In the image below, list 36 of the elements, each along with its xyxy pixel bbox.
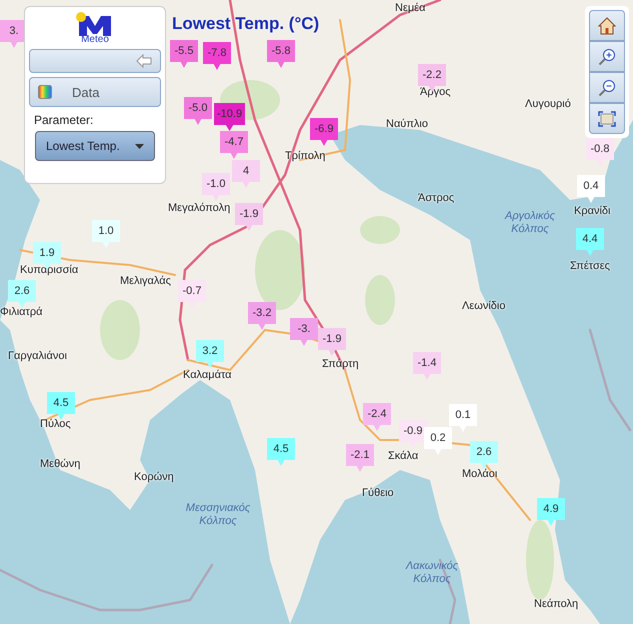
- color-scale-icon: [38, 85, 52, 99]
- sea-label: Λακωνικός Κόλπος: [404, 560, 460, 586]
- zoom-in-button[interactable]: [589, 41, 625, 72]
- place-label: Μελιγαλάς: [120, 275, 171, 287]
- place-label: Μεγαλόπολη: [168, 202, 230, 214]
- place-label: Λυγουριό: [525, 98, 571, 110]
- zoom-out-icon: [598, 78, 616, 96]
- place-label: Σκάλα: [388, 450, 418, 462]
- parameter-dropdown[interactable]: Lowest Temp.: [35, 131, 155, 161]
- place-label: Σπέτσες: [570, 260, 610, 272]
- full-extent-button[interactable]: [589, 103, 625, 134]
- arrow-left-icon: [136, 54, 152, 68]
- place-label: Γύθειο: [362, 487, 394, 499]
- place-label: Κορώνη: [134, 471, 174, 483]
- place-label: Άστρος: [418, 192, 454, 204]
- zoom-in-icon: [598, 48, 616, 66]
- sea-label: Μεσσηνιακός Κόλπος: [184, 502, 252, 528]
- place-label: Λεωνίδιο: [462, 300, 506, 312]
- zoom-out-button[interactable]: [589, 72, 625, 103]
- full-extent-icon: [598, 110, 616, 126]
- data-button[interactable]: Data: [29, 77, 161, 107]
- place-label: Ναύπλιο: [386, 118, 428, 130]
- caret-icon: [135, 144, 144, 148]
- place-label: Μεθώνη: [40, 458, 80, 470]
- logo-text: Meteo: [81, 34, 109, 45]
- home-button[interactable]: [589, 10, 625, 41]
- place-label: Κρανίδι: [574, 205, 610, 217]
- place-label: Φιλιατρά: [0, 306, 42, 318]
- place-label: Πύλος: [40, 418, 71, 430]
- place-label: Γαργαλιάνοι: [8, 350, 67, 362]
- place-label: Νεάπολη: [534, 598, 578, 610]
- sea-label: Αργολικός Κόλπος: [504, 210, 556, 236]
- place-label: Καλαμάτα: [183, 369, 232, 381]
- parameter-label: Parameter:: [34, 113, 94, 127]
- house-icon: [598, 16, 616, 34]
- map-title: Lowest Temp. (°C): [172, 14, 320, 34]
